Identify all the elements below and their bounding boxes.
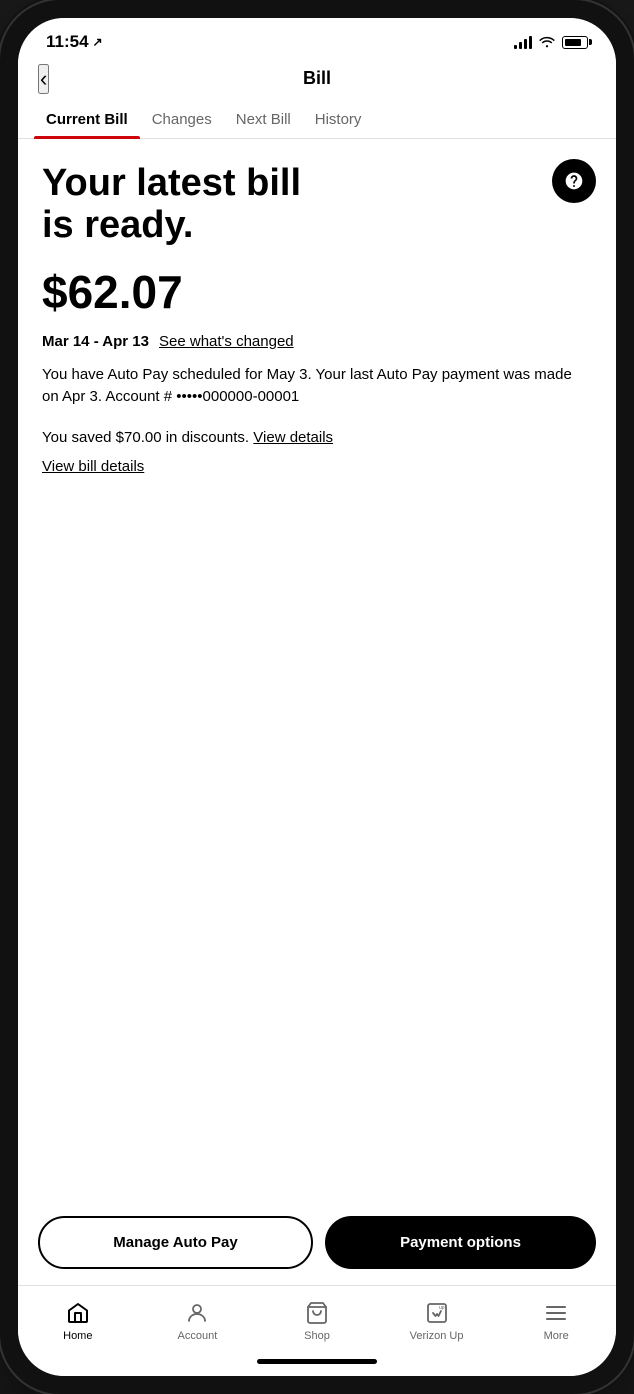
phone-shell: 11:54 ↗ ‹ Bill xyxy=(0,0,634,1394)
svg-text:up: up xyxy=(439,1305,445,1311)
payment-options-button[interactable]: Payment options xyxy=(325,1216,596,1269)
phone-screen: 11:54 ↗ ‹ Bill xyxy=(18,18,616,1376)
home-bar xyxy=(257,1359,377,1364)
bill-period: Mar 14 - Apr 13 See what's changed xyxy=(42,333,592,350)
auto-pay-info: You have Auto Pay scheduled for May 3. Y… xyxy=(42,364,592,409)
verizonup-icon: up xyxy=(424,1300,450,1326)
status-icons xyxy=(514,34,588,51)
app-header: ‹ Bill xyxy=(18,60,616,101)
signal-icon xyxy=(514,35,532,49)
manage-auto-pay-button[interactable]: Manage Auto Pay xyxy=(38,1216,313,1269)
back-button[interactable]: ‹ xyxy=(38,64,49,94)
more-icon xyxy=(543,1300,569,1326)
view-details-link[interactable]: View details xyxy=(253,429,333,446)
nav-item-verizonup[interactable]: up Verizon Up xyxy=(377,1294,497,1352)
savings-text: You saved $70.00 in discounts. View deta… xyxy=(42,429,592,446)
status-bar: 11:54 ↗ xyxy=(18,18,616,60)
home-icon xyxy=(65,1300,91,1326)
tab-changes[interactable]: Changes xyxy=(140,101,224,138)
nav-item-more[interactable]: More xyxy=(496,1294,616,1352)
bill-headline: Your latest bill is ready. xyxy=(42,163,322,247)
bill-amount: $62.07 xyxy=(42,265,592,319)
status-time: 11:54 ↗ xyxy=(46,32,103,52)
view-bill-details-link[interactable]: View bill details xyxy=(42,458,144,475)
location-arrow-icon: ↗ xyxy=(93,35,103,49)
tab-history[interactable]: History xyxy=(303,101,374,138)
nav-label-more: More xyxy=(544,1330,569,1342)
home-indicator xyxy=(18,1352,616,1376)
nav-item-shop[interactable]: Shop xyxy=(257,1294,377,1352)
tabs-bar: Current Bill Changes Next Bill History xyxy=(18,101,616,139)
bottom-buttons: Manage Auto Pay Payment options xyxy=(18,1200,616,1285)
help-button[interactable] xyxy=(552,159,596,203)
nav-label-account: Account xyxy=(178,1330,218,1342)
see-whats-changed-link[interactable]: See what's changed xyxy=(159,333,294,350)
main-content: Your latest bill is ready. $62.07 Mar 14… xyxy=(18,139,616,1200)
shop-icon xyxy=(304,1300,330,1326)
nav-item-account[interactable]: Account xyxy=(138,1294,258,1352)
battery-icon xyxy=(562,36,588,49)
wifi-icon xyxy=(538,34,556,51)
bottom-nav: Home Account xyxy=(18,1285,616,1352)
nav-item-home[interactable]: Home xyxy=(18,1294,138,1352)
tab-next-bill[interactable]: Next Bill xyxy=(224,101,303,138)
nav-label-verizonup: Verizon Up xyxy=(410,1330,464,1342)
account-icon xyxy=(184,1300,210,1326)
tab-current-bill[interactable]: Current Bill xyxy=(34,101,140,138)
page-title: Bill xyxy=(303,68,331,89)
nav-label-shop: Shop xyxy=(304,1330,330,1342)
nav-label-home: Home xyxy=(63,1330,92,1342)
